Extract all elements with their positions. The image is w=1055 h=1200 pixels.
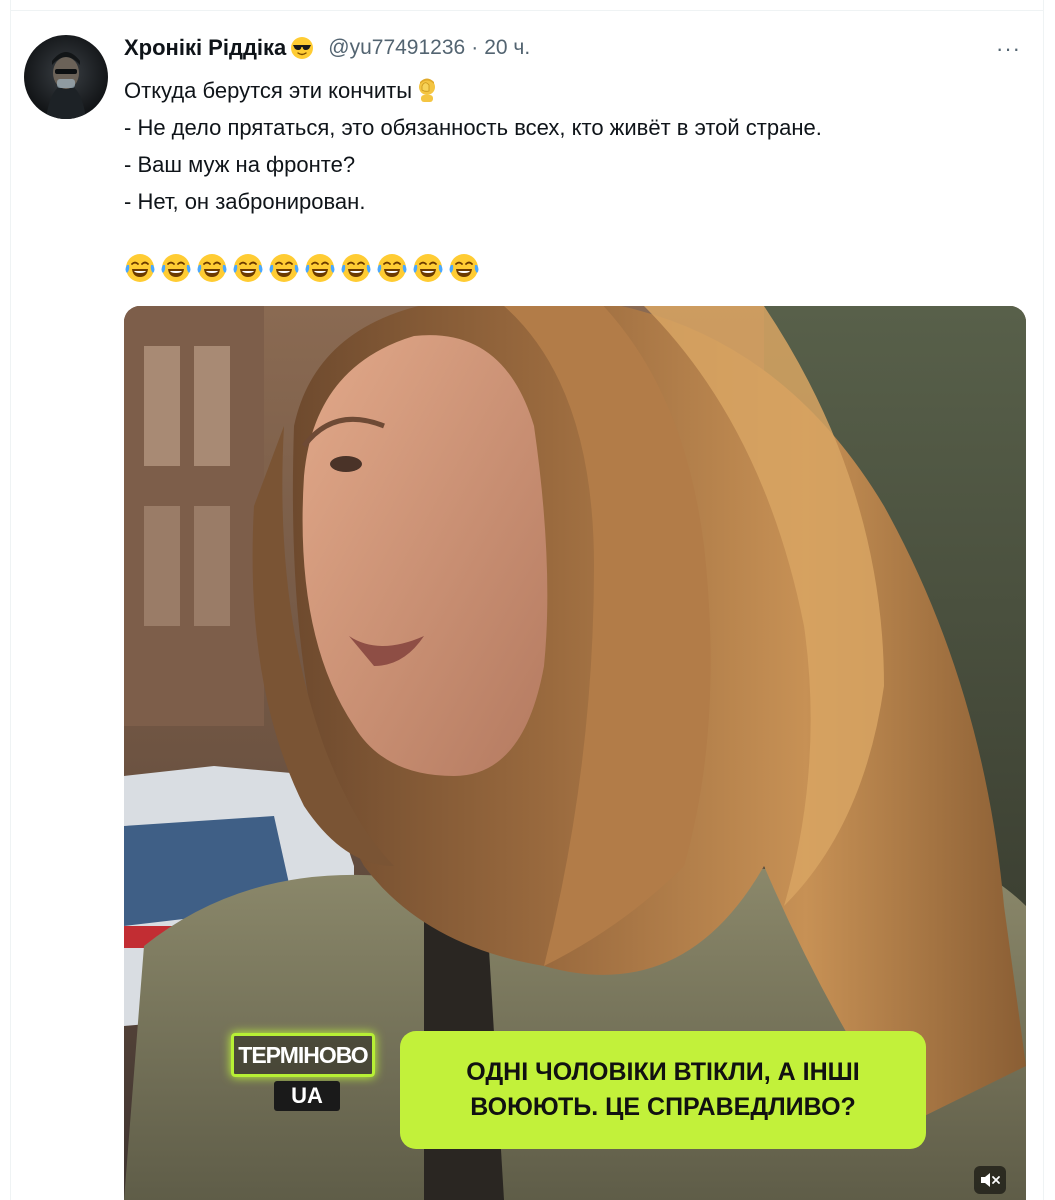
- avatar[interactable]: [24, 35, 108, 119]
- tweet-header: Хронікі Ріддіка @yu77491236 · 20 ч.: [124, 30, 530, 66]
- news-channel-logo: ТЕРМІНОВО UA: [231, 1033, 381, 1111]
- tears-of-joy-emoji-icon: [197, 254, 227, 282]
- logo-bottom-text: UA: [274, 1081, 340, 1111]
- frame-border-right: [1043, 0, 1044, 1200]
- caption-line-2: ВОЮЮТЬ. ЦЕ СПРАВЕДЛИВО?: [470, 1093, 856, 1121]
- display-name[interactable]: Хронікі Ріддіка: [124, 35, 286, 61]
- logo-top-text: ТЕРМІНОВО: [231, 1033, 375, 1077]
- tears-of-joy-emoji-icon: [449, 254, 479, 282]
- facepalm-emoji-icon: [419, 78, 436, 102]
- separator-dot: ·: [471, 36, 479, 59]
- caption-line-1: ОДНІ ЧОЛОВІКИ ВТІКЛИ, А ІНШІ: [466, 1058, 860, 1086]
- user-handle[interactable]: @yu77491236: [328, 36, 465, 60]
- timestamp[interactable]: 20 ч.: [484, 36, 530, 60]
- video-player[interactable]: ТЕРМІНОВО UA ОДНІ ЧОЛОВІКИ ВТІКЛИ, А ІНШ…: [124, 306, 1026, 1200]
- mute-button[interactable]: [974, 1166, 1006, 1194]
- tweet-line-3: - Ваш муж на фронте?: [124, 152, 356, 177]
- frame-border-left: [10, 0, 11, 1200]
- speaker-muted-icon: [981, 1173, 1000, 1187]
- video-caption: ОДНІ ЧОЛОВІКИ ВТІКЛИ, А ІНШІ ВОЮЮТЬ. ЦЕ …: [400, 1031, 926, 1149]
- tears-of-joy-emoji-icon: [305, 254, 335, 282]
- tears-of-joy-emoji-icon: [413, 254, 443, 282]
- more-options-icon[interactable]: ···: [996, 36, 1021, 62]
- laugh-emoji-row: [124, 252, 480, 284]
- tears-of-joy-emoji-icon: [341, 254, 371, 282]
- tears-of-joy-emoji-icon: [161, 254, 191, 282]
- tweet-line-4: - Нет, он забронирован.: [124, 189, 366, 214]
- tears-of-joy-emoji-icon: [125, 254, 155, 282]
- tweet-text: Откуда берутся эти кончиты - Не дело пря…: [124, 72, 1024, 220]
- sunglasses-emoji-icon: [291, 37, 314, 59]
- tweet-line-1-text: Откуда берутся эти кончиты: [124, 78, 413, 103]
- tweet-line-2: - Не дело прятаться, это обязанность все…: [124, 115, 822, 140]
- frame-border-top: [10, 10, 1044, 11]
- tweet-line-1: Откуда берутся эти кончиты: [124, 72, 1024, 109]
- tears-of-joy-emoji-icon: [269, 254, 299, 282]
- tears-of-joy-emoji-icon: [233, 254, 263, 282]
- tears-of-joy-emoji-icon: [377, 254, 407, 282]
